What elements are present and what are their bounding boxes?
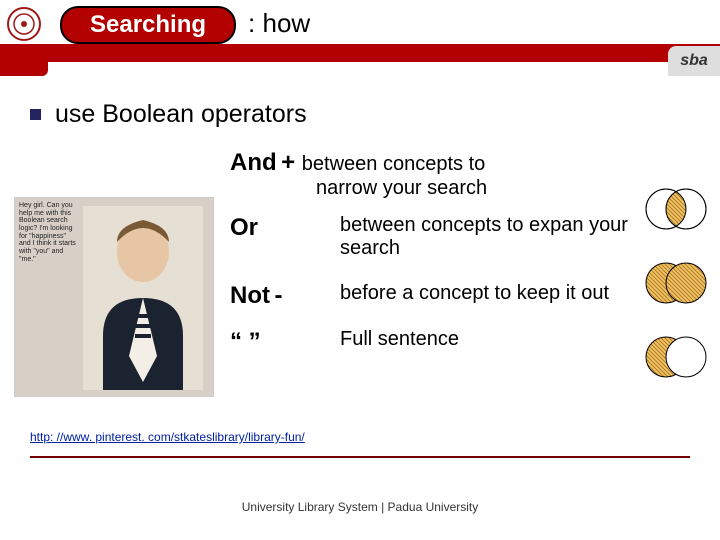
- operator-row-quotes: “ ” Full sentence: [230, 328, 690, 356]
- sba-logo: sba: [668, 46, 720, 76]
- venn-column: [632, 185, 720, 407]
- operator-symbol: +: [281, 149, 302, 176]
- divider: [30, 456, 690, 458]
- footer-text: University Library System | Padua Univer…: [0, 500, 720, 514]
- tab-searching: Searching: [60, 6, 236, 44]
- operator-row-not: Not - before a concept to keep it out: [230, 282, 690, 310]
- header-bar: [0, 44, 720, 62]
- source-link[interactable]: http: //www. pinterest. com/stkateslibra…: [30, 430, 305, 444]
- header-subtitle: : how: [248, 8, 310, 39]
- operator-name: And: [230, 149, 277, 176]
- meme-caption: Hey girl. Can you help me with this Bool…: [19, 202, 77, 264]
- operator-desc: between concepts to: [302, 153, 485, 175]
- university-seal-icon: [6, 6, 42, 42]
- venn-and-icon: [632, 185, 720, 233]
- operator-row-or: Or between concepts to expan your search: [230, 214, 690, 260]
- operator-name: Not: [230, 282, 270, 309]
- venn-not-icon: [632, 333, 720, 381]
- person-photo-icon: [83, 206, 203, 390]
- content-area: use Boolean operators Hey girl. Can you …: [30, 100, 690, 370]
- operator-symbol: -: [274, 282, 282, 309]
- page-title: use Boolean operators: [55, 100, 307, 129]
- venn-or-icon: [632, 259, 720, 307]
- operator-row-and: And + between concepts to narrow your se…: [230, 149, 690, 200]
- header: Searching : how sba: [0, 0, 720, 56]
- operator-name: Or: [230, 214, 258, 241]
- operator-name: “ ”: [230, 328, 261, 355]
- header-step: [0, 62, 48, 76]
- bullet-icon: [30, 109, 41, 120]
- meme-image: Hey girl. Can you help me with this Bool…: [14, 197, 214, 397]
